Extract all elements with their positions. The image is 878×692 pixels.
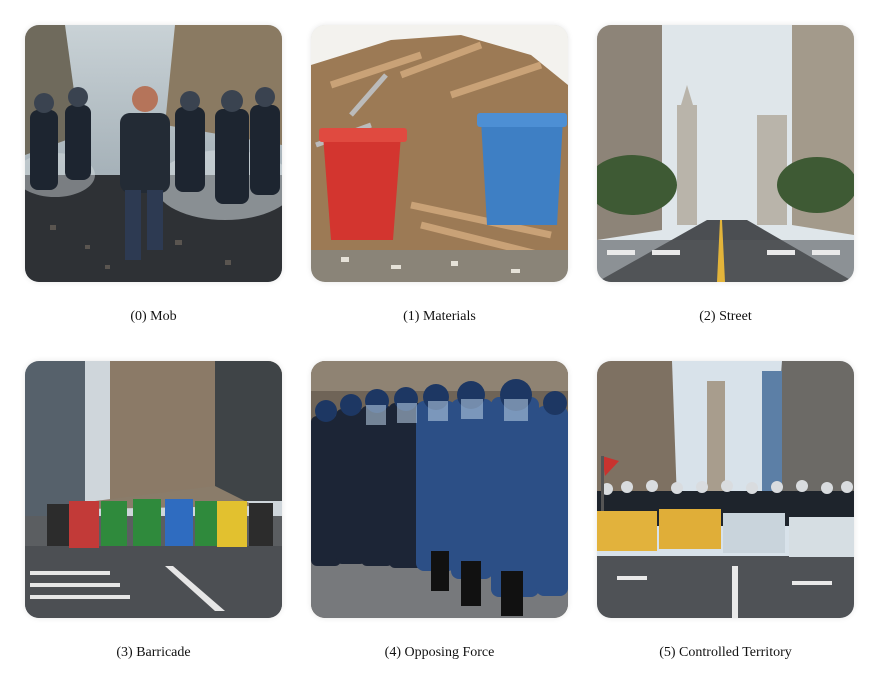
materials-image	[311, 25, 568, 282]
caption-materials: (1) Materials	[403, 309, 476, 324]
caption-street: (2) Street	[699, 309, 752, 324]
panel-materials: (1) Materials	[311, 25, 568, 324]
caption-opposing-force: (4) Opposing Force	[384, 645, 495, 660]
panel-mob: (0) Mob	[25, 25, 282, 324]
caption-controlled-territory: (5) Controlled Territory	[659, 645, 792, 660]
panel-opposing-force: (4) Opposing Force	[311, 361, 568, 660]
panel-street: (2) Street	[597, 25, 854, 324]
caption-barricade: (3) Barricade	[116, 645, 191, 660]
mob-image	[25, 25, 282, 282]
caption-mob: (0) Mob	[130, 309, 177, 324]
controlled-territory-image	[597, 361, 854, 618]
image-grid: (0) Mob (1) Materials (2) Street (3) Bar…	[0, 0, 878, 692]
panel-controlled-territory: (5) Controlled Territory	[597, 361, 854, 660]
street-image	[597, 25, 854, 282]
panel-barricade: (3) Barricade	[25, 361, 282, 660]
opposing-force-image	[311, 361, 568, 618]
barricade-image	[25, 361, 282, 618]
